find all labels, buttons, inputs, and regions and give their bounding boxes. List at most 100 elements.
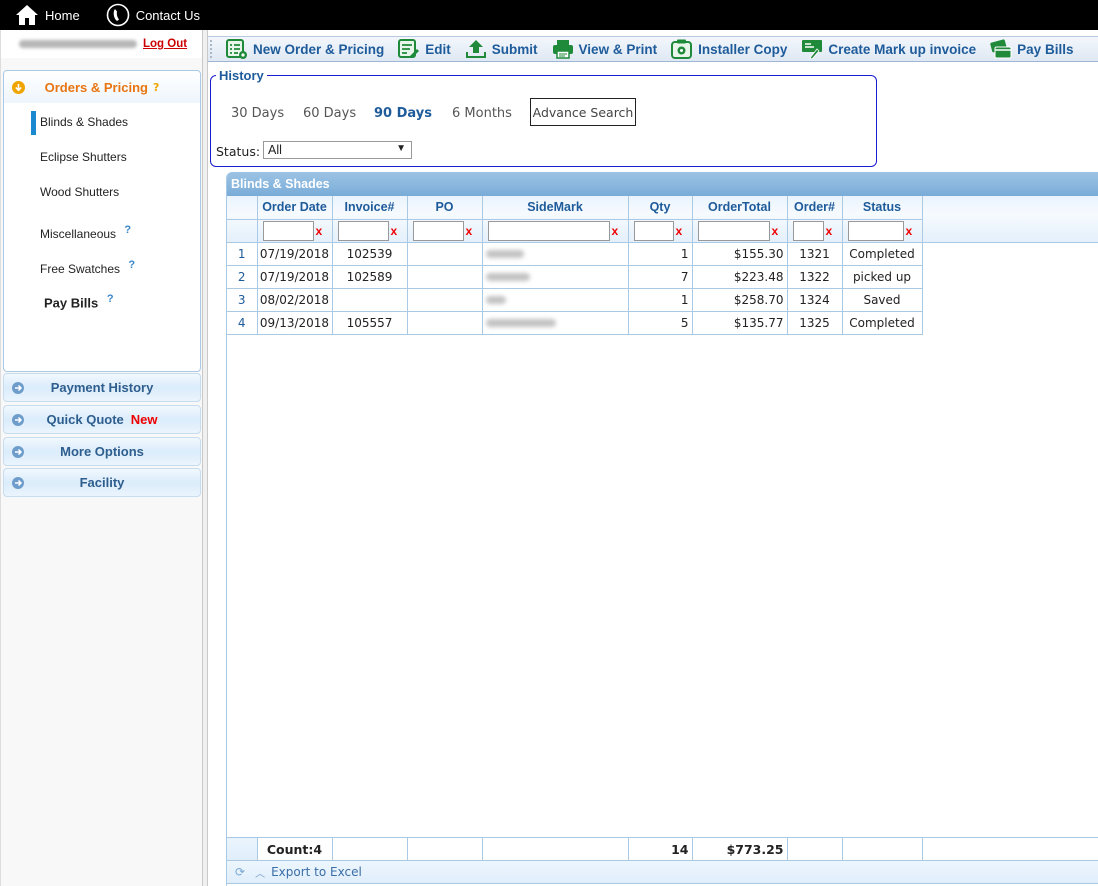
new-badge: New (130, 412, 158, 427)
column-header-order-date[interactable]: Order Date (256, 196, 333, 220)
clear-filter-icon[interactable]: x (391, 224, 398, 238)
sidebar-item-label: Pay Bills (44, 295, 99, 311)
column-header-po[interactable]: PO (406, 196, 483, 220)
history-filter-group: History 30 Days 60 Days 90 Days 6 Months… (210, 68, 877, 167)
column-header-status[interactable]: Status (841, 196, 923, 220)
cell-po (406, 264, 483, 289)
section-label: Payment History (50, 380, 154, 395)
clear-filter-icon[interactable]: x (772, 224, 779, 238)
cell-qty: 1 (627, 287, 693, 312)
section-label: Facility (79, 475, 125, 490)
row-number: 3 (227, 287, 258, 312)
clear-filter-icon[interactable]: x (612, 224, 619, 238)
sidebar-section-more-options[interactable]: More Options (3, 437, 201, 466)
cell-order-number: 1321 (786, 241, 843, 266)
sidebar: Log Out Orders & Pricing ? Blinds & Shad… (0, 30, 208, 886)
create-markup-invoice-button[interactable]: Create Mark up invoice (801, 39, 976, 59)
refresh-icon[interactable]: ⟳ (235, 865, 245, 879)
toolbar-grip[interactable] (210, 40, 220, 58)
sidebar-section-quick-quote[interactable]: Quick Quote New (3, 405, 201, 434)
help-icon[interactable]: ? (128, 259, 135, 271)
status-select-value: All (268, 143, 282, 157)
filter-rownum (227, 218, 258, 243)
export-to-excel-link[interactable]: Export to Excel (271, 865, 362, 879)
filter-qty-input[interactable] (633, 220, 674, 241)
sidebar-item-eclipse-shutters[interactable]: Eclipse Shutters (40, 150, 127, 164)
cell-order-number: 1322 (786, 264, 843, 289)
filter-order-number-input[interactable] (792, 220, 824, 241)
button-label: Create Mark up invoice (828, 41, 977, 57)
pay-bills-button[interactable]: Pay Bills (990, 39, 1073, 59)
cell-status: Completed (841, 310, 923, 335)
cell-status: picked up (841, 264, 923, 289)
filter-order-total-input[interactable] (697, 220, 770, 241)
table-row[interactable]: 4 09/13/2018 105557 5 $135.77 1325 Compl… (227, 310, 923, 335)
logout-link[interactable]: Log Out (143, 38, 187, 50)
cell-po (406, 241, 483, 266)
help-icon[interactable]: ? (107, 293, 114, 305)
cell-order-total: $135.77 (691, 310, 788, 335)
sidebar-item-blinds-shades[interactable]: Blinds & Shades (30, 111, 128, 135)
status-select[interactable]: All ▼ (263, 141, 412, 159)
filter-po-input[interactable] (412, 220, 464, 241)
clear-filter-icon[interactable]: x (466, 224, 473, 238)
row-number: 4 (227, 310, 258, 335)
filter-invoice-input[interactable] (337, 220, 389, 241)
upload-icon (465, 40, 486, 58)
column-header-qty[interactable]: Qty (627, 196, 693, 220)
sidebar-item-miscellaneous[interactable]: Miscellaneous ? (40, 224, 131, 241)
view-print-button[interactable]: View & Print (552, 39, 657, 59)
cell-status: Saved (841, 287, 923, 312)
submit-button[interactable]: Submit (465, 39, 538, 59)
clear-filter-icon[interactable]: x (906, 224, 913, 238)
sidebar-section-payment-history[interactable]: Payment History (3, 373, 201, 402)
clear-filter-icon[interactable]: x (676, 224, 683, 238)
cell-order-total: $155.30 (691, 241, 788, 266)
new-order-pricing-button[interactable]: New Order & Pricing (226, 39, 384, 59)
cell-qty: 1 (627, 241, 693, 266)
clear-filter-icon[interactable]: x (316, 224, 323, 238)
column-header-sidemark[interactable]: SideMark (481, 196, 629, 220)
filter-sidemark-input[interactable] (487, 220, 610, 241)
filter-status-input[interactable] (847, 220, 904, 241)
table-row[interactable]: 3 08/02/2018 1 $258.70 1324 Saved (227, 287, 923, 312)
range-60-days[interactable]: 60 Days (303, 106, 356, 121)
installer-copy-icon (671, 39, 693, 59)
cell-invoice: 102589 (331, 264, 408, 289)
column-header-order-number[interactable]: Order# (786, 196, 843, 220)
range-90-days[interactable]: 90 Days (374, 106, 432, 121)
range-6-months[interactable]: 6 Months (452, 106, 512, 121)
user-email (19, 40, 137, 48)
sidebar-item-wood-shutters[interactable]: Wood Shutters (40, 185, 119, 199)
grid-title: Blinds & Shades (227, 172, 1098, 196)
home-link[interactable]: Home (15, 4, 80, 26)
column-header-invoice[interactable]: Invoice# (331, 196, 408, 220)
orders-pricing-header[interactable]: Orders & Pricing ? (4, 71, 200, 103)
clear-filter-icon[interactable]: x (826, 224, 833, 238)
contact-us-link[interactable]: Contact Us (106, 3, 200, 27)
sidebar-section-facility[interactable]: Facility (3, 468, 201, 497)
expand-circle-icon (12, 446, 24, 458)
table-row[interactable]: 1 07/19/2018 102539 1 $155.30 1321 Compl… (227, 241, 923, 266)
cell-order-date: 09/13/2018 (256, 310, 333, 335)
filter-order-date-input[interactable] (262, 220, 314, 241)
markup-invoice-icon (802, 40, 823, 59)
installer-copy-button[interactable]: Installer Copy (671, 39, 787, 59)
table-row[interactable]: 2 07/19/2018 102589 7 $223.48 1322 picke… (227, 264, 923, 289)
summary-count: Count:4 (256, 837, 333, 861)
cell-invoice: 102539 (331, 241, 408, 266)
advance-search-button[interactable]: Advance Search (530, 98, 636, 126)
cell-po (406, 287, 483, 312)
button-label: New Order & Pricing (253, 41, 385, 57)
edit-button[interactable]: Edit (398, 39, 451, 59)
help-icon[interactable]: ? (153, 81, 159, 94)
help-icon[interactable]: ? (124, 224, 131, 236)
header-row: Order Date Invoice# PO SideMark Qty Orde… (227, 196, 923, 220)
column-header-order-total[interactable]: OrderTotal (691, 196, 788, 220)
summary-order-total: $773.25 (691, 837, 788, 861)
summary-rownum (227, 837, 258, 861)
sidebar-item-free-swatches[interactable]: Free Swatches ? (40, 259, 135, 276)
sidebar-item-pay-bills[interactable]: Pay Bills ? (44, 293, 114, 310)
sidebar-splitter[interactable] (202, 30, 208, 886)
range-30-days[interactable]: 30 Days (231, 106, 284, 121)
